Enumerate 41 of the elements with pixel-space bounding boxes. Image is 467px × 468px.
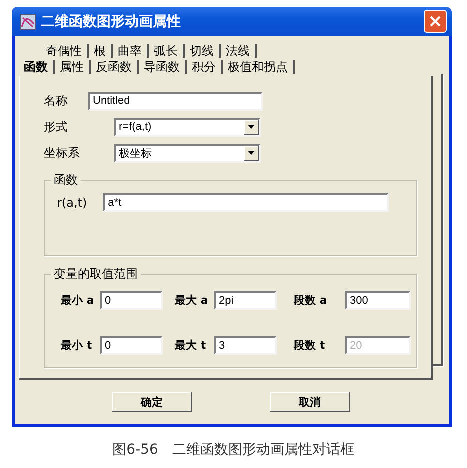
field-label: 坐标系 <box>44 144 81 162</box>
tab[interactable]: 根 <box>89 44 113 58</box>
input-field[interactable]: 3 <box>214 336 277 355</box>
field-label: 最大 t <box>175 338 208 353</box>
window-title: 二维函数图形动画属性 <box>41 12 182 30</box>
input-field[interactable]: 0 <box>100 291 163 310</box>
group-title: 函数 <box>51 172 81 189</box>
dropdown[interactable]: 极坐标 <box>114 144 261 162</box>
figure-caption: 图6-56 二维函数图形动画属性对话框 <box>112 442 354 458</box>
app-icon <box>20 14 36 30</box>
field-label: 最大 a <box>175 293 210 308</box>
field-label: 形式 <box>44 118 69 136</box>
tab[interactable]: 切线 <box>185 44 221 58</box>
tab[interactable]: 曲率 <box>113 44 149 58</box>
input-field[interactable]: a*t <box>103 193 390 212</box>
tab[interactable]: 法线 <box>221 44 257 58</box>
field-label: 名称 <box>44 92 69 110</box>
tab[interactable]: 奇偶性 <box>41 44 89 58</box>
field-label: 最小 t <box>61 338 94 353</box>
input-field[interactable]: Untitled <box>88 92 263 110</box>
dropdown-arrow-icon[interactable] <box>248 151 255 155</box>
close-icon[interactable] <box>430 16 441 27</box>
close-button[interactable] <box>424 10 447 33</box>
field-label: 最小 a <box>61 293 96 308</box>
tab[interactable]: 反函数 <box>91 60 139 74</box>
tab[interactable]: 导函数 <box>139 60 187 74</box>
dropdown[interactable]: r=f(a,t) <box>114 118 261 136</box>
dropdown-arrow-icon[interactable] <box>248 125 255 129</box>
dialog-button[interactable]: 取消 <box>270 392 350 412</box>
input-field[interactable]: 2pi <box>214 291 277 310</box>
dialog-button[interactable]: 确定 <box>112 392 192 412</box>
field-label: 段数 t <box>294 338 326 353</box>
field-label: r(a,t) <box>57 196 88 210</box>
tab[interactable]: 极值和拐点 <box>223 60 295 74</box>
input-field[interactable]: 300 <box>345 291 411 310</box>
tab[interactable]: 属性 <box>55 60 91 74</box>
tab[interactable]: 积分 <box>187 60 223 74</box>
group-title: 变量的取值范围 <box>51 266 141 283</box>
field-label: 段数 a <box>294 293 328 308</box>
tab[interactable]: 弧长 <box>149 44 185 58</box>
input-field[interactable]: 0 <box>100 336 163 355</box>
